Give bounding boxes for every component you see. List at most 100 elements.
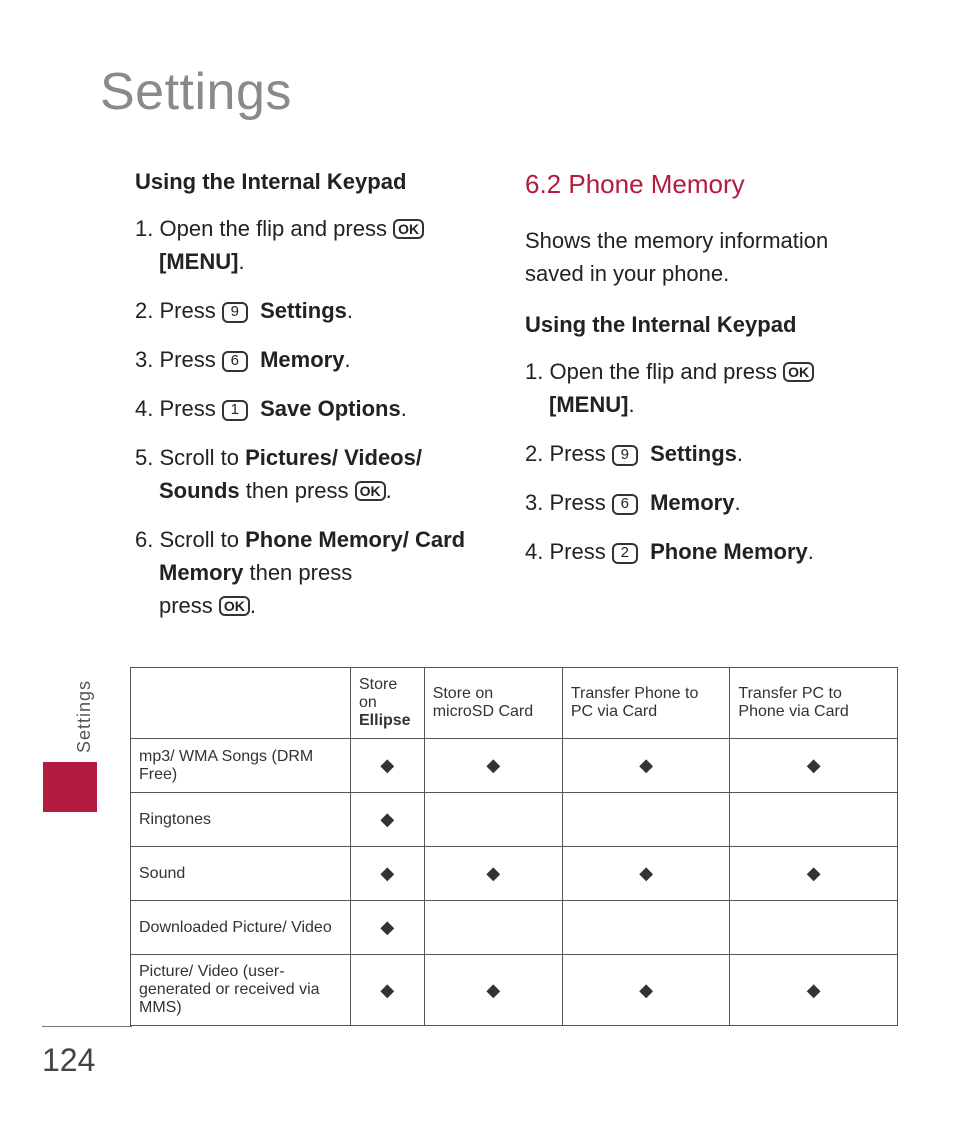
footer-rule: [42, 1026, 132, 1027]
key-6-icon: 6: [612, 494, 638, 515]
cell-mark: ◆: [424, 955, 562, 1026]
text: Scroll to: [159, 527, 245, 552]
table-body: mp3/ WMA Songs (DRM Free)◆◆◆◆Ringtones◆S…: [131, 739, 898, 1026]
cell-mark: ◆: [562, 739, 730, 793]
text: Press: [549, 539, 611, 564]
cell-mark: [730, 793, 898, 847]
text: Store on: [359, 676, 397, 711]
key-2-icon: 2: [612, 543, 638, 564]
cell-mark: ◆: [424, 847, 562, 901]
ok-icon: OK: [393, 219, 424, 239]
section-intro: Shows the memory information saved in yo…: [525, 224, 870, 290]
right-step-1: Open the flip and press OK [MENU].: [525, 355, 870, 421]
left-column: Using the Internal Keypad Open the flip …: [135, 165, 480, 638]
text: Press: [549, 441, 611, 466]
menu-label: [MENU]: [549, 392, 628, 417]
text: then press: [240, 478, 355, 503]
left-heading: Using the Internal Keypad: [135, 165, 480, 198]
cell-mark: ◆: [730, 955, 898, 1026]
cell-mark: ◆: [424, 739, 562, 793]
left-step-4: Press 1 Save Options.: [135, 392, 480, 425]
table-header-empty: [131, 668, 351, 739]
cell-mark: ◆: [351, 793, 425, 847]
right-step-4: Press 2 Phone Memory.: [525, 535, 870, 568]
page-number: 124: [42, 1042, 95, 1079]
cell-mark: [424, 901, 562, 955]
cell-mark: ◆: [351, 847, 425, 901]
text: Ellipse: [359, 712, 411, 729]
period: .: [344, 347, 350, 372]
cell-mark: ◆: [562, 955, 730, 1026]
cell-mark: [562, 901, 730, 955]
period: .: [250, 593, 256, 618]
key-6-icon: 6: [222, 351, 248, 372]
right-step-3: Press 6 Memory.: [525, 486, 870, 519]
text: press: [159, 593, 219, 618]
content-columns: Using the Internal Keypad Open the flip …: [135, 165, 895, 638]
left-steps: Open the flip and press OK [MENU]. Press…: [135, 212, 480, 622]
period: .: [347, 298, 353, 323]
key-9-icon: 9: [222, 302, 248, 323]
table-row: Ringtones◆: [131, 793, 898, 847]
key-9-icon: 9: [612, 445, 638, 466]
cell-mark: [424, 793, 562, 847]
table-row: Picture/ Video (user-generated or receiv…: [131, 955, 898, 1026]
left-step-6: Scroll to Phone Memory/ Card Memory then…: [135, 523, 480, 622]
left-step-1: Open the flip and press OK [MENU].: [135, 212, 480, 278]
period: .: [238, 249, 244, 274]
row-label: mp3/ WMA Songs (DRM Free): [131, 739, 351, 793]
left-step-3: Press 6 Memory.: [135, 343, 480, 376]
right-heading: Using the Internal Keypad: [525, 308, 870, 341]
table-header-store-ellipse: Store on Ellipse: [351, 668, 425, 739]
label: Settings: [650, 441, 737, 466]
table-row: Downloaded Picture/ Video◆: [131, 901, 898, 955]
cell-mark: ◆: [351, 955, 425, 1026]
row-label: Downloaded Picture/ Video: [131, 901, 351, 955]
period: .: [734, 490, 740, 515]
left-step-2: Press 9 Settings.: [135, 294, 480, 327]
period: .: [737, 441, 743, 466]
ok-icon: OK: [783, 362, 814, 382]
row-label: Sound: [131, 847, 351, 901]
text: then press: [243, 560, 352, 585]
cell-mark: [730, 901, 898, 955]
text: Press: [159, 298, 221, 323]
ok-icon: OK: [219, 596, 250, 616]
table-row: Sound◆◆◆◆: [131, 847, 898, 901]
cell-mark: ◆: [351, 739, 425, 793]
text: Press: [549, 490, 611, 515]
left-step-5: Scroll to Pictures/ Videos/ Sounds then …: [135, 441, 480, 507]
text: Scroll to: [159, 445, 245, 470]
cell-mark: ◆: [562, 847, 730, 901]
label: Memory: [650, 490, 734, 515]
period: .: [628, 392, 634, 417]
storage-table: Store on Ellipse Store on microSD Card T…: [130, 667, 898, 1026]
table-row: mp3/ WMA Songs (DRM Free)◆◆◆◆: [131, 739, 898, 793]
right-column: 6.2 Phone Memory Shows the memory inform…: [525, 165, 870, 638]
cell-mark: [562, 793, 730, 847]
ok-icon: OK: [355, 481, 386, 501]
label: Phone Memory: [650, 539, 808, 564]
side-tab-accent: [43, 762, 97, 812]
period: .: [808, 539, 814, 564]
row-label: Ringtones: [131, 793, 351, 847]
key-1-icon: 1: [222, 400, 248, 421]
label: Settings: [260, 298, 347, 323]
cell-mark: ◆: [351, 901, 425, 955]
table-header-transfer-phone-pc: Transfer Phone to PC via Card: [562, 668, 730, 739]
side-tab-label: Settings: [74, 680, 95, 753]
page-title: Settings: [100, 62, 292, 122]
label: Save Options: [260, 396, 401, 421]
period: .: [401, 396, 407, 421]
label: Memory: [260, 347, 344, 372]
row-label: Picture/ Video (user-generated or receiv…: [131, 955, 351, 1026]
text: Press: [159, 347, 221, 372]
menu-label: [MENU]: [159, 249, 238, 274]
text: Open the flip and press: [159, 216, 393, 241]
cell-mark: ◆: [730, 739, 898, 793]
section-6-2-title: 6.2 Phone Memory: [525, 165, 870, 204]
table-header-store-microsd: Store on microSD Card: [424, 668, 562, 739]
right-step-2: Press 9 Settings.: [525, 437, 870, 470]
text: Press: [159, 396, 221, 421]
right-steps: Open the flip and press OK [MENU]. Press…: [525, 355, 870, 568]
